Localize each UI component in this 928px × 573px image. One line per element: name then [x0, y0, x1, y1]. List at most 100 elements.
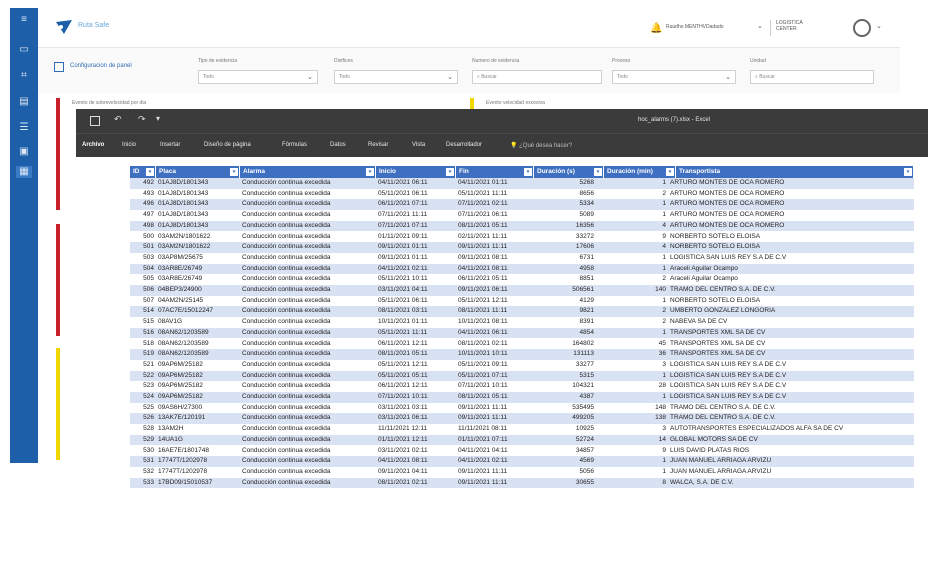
tab-formulas[interactable]: Fórmulas: [282, 142, 307, 148]
table-cell[interactable]: 02/11/2021 11:11: [458, 232, 532, 243]
table-row[interactable]: 492 01AJ8D/1801343 Conducción continua exc…: [130, 178, 914, 189]
table-cell[interactable]: 530: [132, 446, 154, 457]
table-cell[interactable]: 6731: [536, 253, 594, 264]
table-cell[interactable]: 05/11/2021 05:11: [378, 371, 454, 382]
table-cell[interactable]: 16356: [536, 221, 594, 232]
table-cell[interactable]: 01AJ8D/1801343: [158, 210, 238, 221]
table-cell[interactable]: 9: [606, 232, 666, 243]
table-row[interactable]: 533 17BD09/15010537 Conducción continua ex…: [130, 477, 914, 489]
table-cell[interactable]: Conducción continua excedida: [242, 371, 374, 382]
table-cell[interactable]: 04/11/2021 08:11: [378, 456, 454, 467]
table-cell[interactable]: 09/11/2021 04:11: [378, 467, 454, 478]
table-cell[interactable]: 09AP6M/25182: [158, 381, 238, 392]
table-cell[interactable]: 131113: [536, 349, 594, 360]
table-cell[interactable]: 2: [606, 274, 666, 285]
table-cell[interactable]: JUAN MANUEL ARRIAGA ARVIZU: [668, 467, 912, 478]
table-row[interactable]: 530 16AE7E/1801748 Conducción continua exc…: [130, 445, 914, 457]
table-cell[interactable]: NORBERTO SOTELO ELOISA: [668, 242, 912, 253]
table-cell[interactable]: 09/11/2021 06:11: [458, 285, 532, 296]
chevron-down-icon[interactable]: ⌄: [757, 22, 763, 30]
table-cell[interactable]: 05/11/2021 07:11: [458, 371, 532, 382]
table-row[interactable]: 516 08AN62/1203589 Conducción continua exc…: [130, 327, 914, 339]
table-cell[interactable]: NORBERTO SOTELO ELOISA: [668, 296, 912, 307]
table-cell[interactable]: 03AR8E/26749: [158, 274, 238, 285]
table-cell[interactable]: 01/11/2021 09:11: [378, 232, 454, 243]
table-cell[interactable]: 06/11/2021 12:11: [378, 339, 454, 350]
table-cell[interactable]: 04/11/2021 04:11: [458, 446, 532, 457]
table-cell[interactable]: 2: [606, 189, 666, 200]
table-cell[interactable]: TRAMO DEL CENTRO S.A. DE C.V.: [668, 403, 912, 414]
column-header[interactable]: Transportista ▾: [676, 166, 914, 178]
column-header[interactable]: Fin ▾: [456, 166, 534, 178]
table-cell[interactable]: 03/11/2021 03:11: [378, 403, 454, 414]
table-cell[interactable]: 1: [606, 210, 666, 221]
table-cell[interactable]: 09/11/2021 11:11: [458, 413, 532, 424]
table-cell[interactable]: 5315: [536, 371, 594, 382]
table-cell[interactable]: 531: [132, 456, 154, 467]
table-row[interactable]: 526 13AK7E/120191 Conducción continua exce…: [130, 413, 914, 425]
table-cell[interactable]: 532: [132, 467, 154, 478]
table-cell[interactable]: 1: [606, 456, 666, 467]
table-cell[interactable]: 504: [132, 264, 154, 275]
table-cell[interactable]: 3: [606, 424, 666, 435]
table-cell[interactable]: 07/11/2021 10:11: [458, 381, 532, 392]
table-cell[interactable]: NABEVA SA DE CV: [668, 317, 912, 328]
table-cell[interactable]: 30655: [536, 478, 594, 489]
table-row[interactable]: 515 08AV1G Conducción continua excedida 10/…: [130, 317, 914, 328]
table-cell[interactable]: GLOBAL MOTORS SA DE CV: [668, 435, 912, 446]
table-cell[interactable]: 33272: [536, 232, 594, 243]
table-cell[interactable]: Conducción continua excedida: [242, 178, 374, 189]
table-cell[interactable]: 03/11/2021 06:11: [378, 413, 454, 424]
table-cell[interactable]: 506: [132, 285, 154, 296]
table-row[interactable]: 519 08AN62/1203589 Conducción continua exc…: [130, 349, 914, 360]
tell-me-search[interactable]: 💡 ¿Qué desea hacer?: [510, 142, 572, 149]
table-cell[interactable]: 04/11/2021 02:11: [458, 456, 532, 467]
table-row[interactable]: 528 13AM2H Conducción continua excedida 11/…: [130, 424, 914, 435]
table-cell[interactable]: UMBERTO GONZALEZ LONGORIA: [668, 306, 912, 317]
filter-dropdown-icon[interactable]: ▾: [366, 168, 374, 176]
table-cell[interactable]: 498: [132, 221, 154, 232]
table-cell[interactable]: 535495: [536, 403, 594, 414]
table-row[interactable]: 496 01AJ8D/1801343 Conducción continua exc…: [130, 199, 914, 211]
table-cell[interactable]: 08AN62/1203589: [158, 349, 238, 360]
table-cell[interactable]: Conducción continua excedida: [242, 467, 374, 478]
table-cell[interactable]: 04BEP3/24900: [158, 285, 238, 296]
table-cell[interactable]: 09AP6M/25182: [158, 392, 238, 403]
table-cell[interactable]: 08AN62/1203589: [158, 339, 238, 350]
table-cell[interactable]: 506561: [536, 285, 594, 296]
table-cell[interactable]: 17BD09/15010537: [158, 478, 238, 489]
table-cell[interactable]: 07AC7E/15012247: [158, 306, 238, 317]
table-cell[interactable]: 515: [132, 317, 154, 328]
table-cell[interactable]: 04/11/2021 02:11: [378, 264, 454, 275]
table-cell[interactable]: 5056: [536, 467, 594, 478]
table-cell[interactable]: 493: [132, 189, 154, 200]
table-cell[interactable]: 8851: [536, 274, 594, 285]
table-cell[interactable]: 01AJ8D/1801343: [158, 189, 238, 200]
table-cell[interactable]: 1: [606, 264, 666, 275]
table-cell[interactable]: Conducción continua excedida: [242, 210, 374, 221]
table-row[interactable]: 525 09AS6H/27300 Conducción continua exced…: [130, 402, 914, 414]
table-cell[interactable]: 04/11/2021 08:11: [458, 264, 532, 275]
table-cell[interactable]: Araceli Aguilar Ocampo: [668, 264, 912, 275]
table-cell[interactable]: 06/11/2021 05:11: [458, 274, 532, 285]
table-cell[interactable]: 07/11/2021 10:11: [378, 392, 454, 403]
tab-inicio[interactable]: Inicio: [122, 142, 136, 148]
table-cell[interactable]: Araceli Aguilar Ocampo: [668, 274, 912, 285]
table-row[interactable]: 507 04AM2N/25145 Conducción continua exced…: [130, 295, 914, 307]
config-link[interactable]: Configuracion de panel: [70, 63, 132, 69]
table-row[interactable]: 529 14UA1G Conducción continua excedida 01/…: [130, 434, 914, 446]
table-cell[interactable]: 52724: [536, 435, 594, 446]
table-cell[interactable]: 03/11/2021 04:11: [378, 285, 454, 296]
table-cell[interactable]: Conducción continua excedida: [242, 232, 374, 243]
table-cell[interactable]: Conducción continua excedida: [242, 189, 374, 200]
table-cell[interactable]: 06/11/2021 07:11: [378, 199, 454, 210]
table-cell[interactable]: 05/11/2021 12:11: [458, 296, 532, 307]
table-cell[interactable]: Conducción continua excedida: [242, 456, 374, 467]
table-cell[interactable]: 501: [132, 242, 154, 253]
table-cell[interactable]: 4: [606, 221, 666, 232]
table-cell[interactable]: 525: [132, 403, 154, 414]
table-cell[interactable]: Conducción continua excedida: [242, 349, 374, 360]
table-cell[interactable]: 496: [132, 199, 154, 210]
column-header[interactable]: Alarma ▾: [240, 166, 376, 178]
table-cell[interactable]: 09/11/2021 01:11: [378, 242, 454, 253]
